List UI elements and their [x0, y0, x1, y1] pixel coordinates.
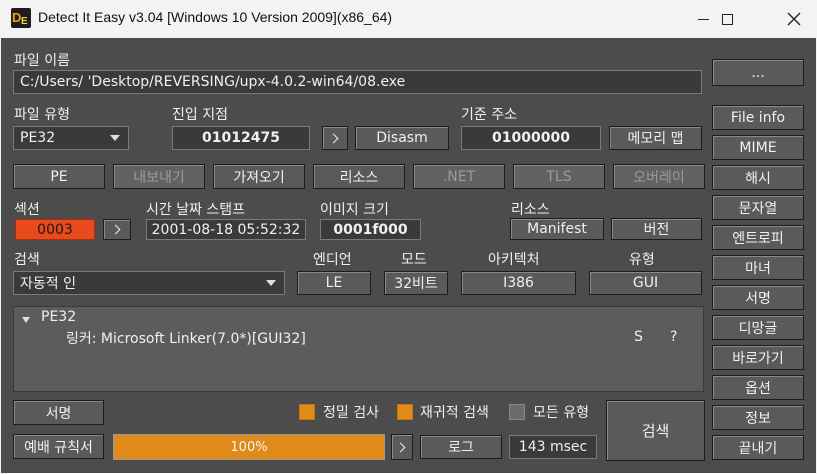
sections-field[interactable]: 0003	[15, 219, 95, 240]
deep-scan-checkbox[interactable]	[299, 404, 315, 420]
memory-map-button[interactable]: 메모리 맵	[609, 126, 702, 150]
tls-button[interactable]: TLS	[513, 164, 605, 189]
result-entry-flag[interactable]: S	[634, 329, 643, 345]
side-entropy-button[interactable]: 엔트로피	[712, 225, 804, 250]
side-shortcuts-button[interactable]: 바로가기	[712, 345, 804, 370]
mode-button[interactable]: 32비트	[384, 271, 448, 295]
endianness-button[interactable]: LE	[297, 271, 371, 295]
image-size-label: 이미지 크기	[320, 202, 389, 218]
side-options-button[interactable]: 옵션	[712, 375, 804, 400]
search-mode-select[interactable]: 자동적 인	[13, 271, 285, 295]
recursive-scan-checkbox[interactable]	[397, 404, 413, 420]
entry-point-go-button[interactable]	[322, 126, 348, 150]
main-window: 파일 이름 C:/Users/ 'Desktop/REVERSING/upx-4…	[1, 38, 816, 473]
pe-button[interactable]: PE	[13, 164, 105, 189]
progress-bar: 100%	[113, 434, 385, 460]
search-mode-value: 자동적 인	[20, 276, 76, 292]
side-signatures-button[interactable]: 서명	[712, 285, 804, 310]
exclusion-rules-button[interactable]: 예배 규칙서	[13, 434, 104, 459]
side-file-info-button[interactable]: File info	[712, 105, 804, 130]
all-types-checkbox[interactable]	[509, 404, 525, 420]
all-types-label: 모든 유형	[533, 405, 589, 421]
log-button[interactable]: 로그	[420, 435, 502, 459]
file-path-field[interactable]: C:/Users/ 'Desktop/REVERSING/upx-4.0.2-w…	[13, 70, 702, 94]
maximize-icon	[721, 13, 733, 25]
elapsed-time-field: 143 msec	[509, 435, 597, 459]
version-button[interactable]: 버전	[611, 218, 702, 240]
export-button[interactable]: 내보내기	[113, 164, 205, 189]
timestamp-field[interactable]: 2001-08-18 05:52:32	[146, 219, 306, 240]
app-icon-letter-d: D	[12, 10, 22, 25]
chevron-right-icon	[395, 442, 406, 452]
mode-label: 모드	[401, 252, 427, 268]
entry-point-field[interactable]: 01012475	[172, 126, 310, 150]
side-hash-button[interactable]: 해시	[712, 165, 804, 190]
results-tree[interactable]: PE32 링커: Microsoft Linker(7.0*)[GUI32] S…	[13, 306, 704, 392]
progress-go-button[interactable]	[391, 434, 413, 460]
deep-scan-label: 정밀 검사	[323, 405, 379, 421]
search-label: 검색	[14, 252, 40, 268]
browse-button[interactable]: ...	[712, 59, 804, 86]
base-address-label: 기준 주소	[461, 107, 517, 123]
file-type-label: 파일 유형	[14, 107, 70, 123]
overlay-button[interactable]: 오버레이	[613, 164, 705, 189]
file-type-value: PE32	[20, 130, 56, 146]
resources-label: 리소스	[511, 202, 550, 218]
type-label: 유형	[629, 252, 655, 268]
maximize-button[interactable]	[704, 0, 750, 38]
chevron-right-icon	[328, 133, 339, 143]
base-address-field[interactable]: 01000000	[461, 126, 601, 150]
app-icon-letter-e: E	[21, 16, 28, 27]
signatures-button[interactable]: 서명	[13, 400, 104, 425]
sections-go-button[interactable]	[103, 219, 131, 240]
side-hex-button[interactable]: 마녀	[712, 255, 804, 280]
disasm-button[interactable]: Disasm	[355, 126, 449, 150]
progress-text: 100%	[230, 439, 268, 455]
manifest-button[interactable]: Manifest	[510, 218, 604, 240]
chevron-down-icon	[266, 280, 276, 286]
expand-triangle-icon[interactable]	[22, 317, 30, 323]
close-button[interactable]	[771, 0, 817, 38]
entry-point-label: 진입 지점	[172, 107, 228, 123]
chevron-down-icon	[110, 135, 120, 141]
arch-button[interactable]: I386	[461, 271, 576, 295]
title-bar: D E Detect It Easy v3.04 [Windows 10 Ver…	[0, 0, 817, 38]
sections-label: 섹션	[14, 202, 40, 218]
type-button[interactable]: GUI	[589, 271, 702, 295]
close-icon	[787, 12, 801, 26]
side-mime-button[interactable]: MIME	[712, 135, 804, 160]
chevron-right-icon	[110, 224, 121, 235]
side-demangle-button[interactable]: 디망글	[712, 315, 804, 340]
side-about-button[interactable]: 정보	[712, 405, 804, 430]
recursive-scan-label: 재귀적 검색	[420, 405, 489, 421]
import-button[interactable]: 가져오기	[213, 164, 305, 189]
file-type-select[interactable]: PE32	[13, 126, 129, 150]
resources-button[interactable]: 리소스	[313, 164, 405, 189]
file-name-label: 파일 이름	[14, 53, 70, 69]
window-title: Detect It Easy v3.04 [Windows 10 Version…	[38, 9, 393, 25]
timestamp-label: 시간 날짜 스탬프	[146, 202, 246, 218]
endianness-label: 엔디언	[313, 252, 352, 268]
image-size-field[interactable]: 0001f000	[320, 219, 421, 240]
die-app-icon: D E	[11, 8, 31, 28]
side-strings-button[interactable]: 문자열	[712, 195, 804, 220]
scan-button[interactable]: 검색	[606, 400, 705, 461]
net-button[interactable]: .NET	[413, 164, 505, 189]
result-entry-text: 링커: Microsoft Linker(7.0*)[GUI32]	[66, 331, 306, 347]
side-exit-button[interactable]: 끝내기	[712, 435, 804, 460]
arch-label: 아키텍처	[488, 252, 540, 268]
result-entry-help[interactable]: ?	[670, 329, 677, 345]
results-group-label: PE32	[41, 309, 77, 325]
